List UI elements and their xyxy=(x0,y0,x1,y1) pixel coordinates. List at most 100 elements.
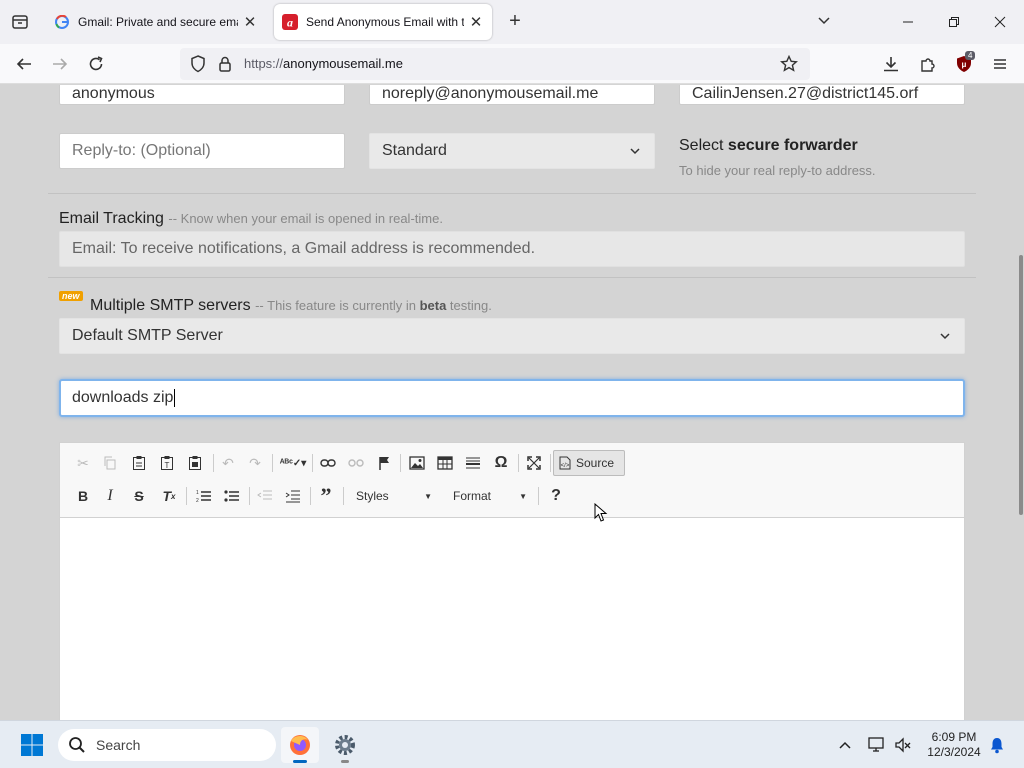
tab-close-icon[interactable]: ✕ xyxy=(468,13,484,31)
editor-content-area[interactable] xyxy=(60,519,964,720)
new-tab-icon[interactable]: + xyxy=(504,10,526,33)
tracking-shield-icon[interactable] xyxy=(190,55,206,78)
paste-icon[interactable] xyxy=(127,451,151,475)
lock-icon[interactable] xyxy=(218,55,232,78)
divider xyxy=(48,193,976,194)
back-arrow-icon[interactable] xyxy=(13,53,35,75)
bookmark-star-icon[interactable] xyxy=(780,54,798,78)
styles-label: Styles xyxy=(356,489,389,503)
svg-text:2: 2 xyxy=(196,498,199,503)
indent-icon[interactable] xyxy=(281,484,305,508)
unlink-icon[interactable] xyxy=(344,451,368,475)
anonymousemail-logo-icon: a xyxy=(282,14,298,30)
reload-icon[interactable] xyxy=(85,53,107,75)
special-character-icon[interactable]: Ω xyxy=(489,451,513,475)
minimize-icon[interactable] xyxy=(898,12,918,32)
spellcheck-icon[interactable]: ᴬᴮᶜ✓▾ xyxy=(278,451,308,475)
tab-gmail[interactable]: Gmail: Private and secure email ✕ xyxy=(46,4,266,40)
styles-dropdown[interactable]: Styles ▼ xyxy=(350,484,438,508)
redo-icon[interactable]: ↷ xyxy=(243,451,267,475)
taskbar-clock[interactable]: 6:09 PM 12/3/2024 xyxy=(922,730,986,760)
firefox-icon xyxy=(290,735,310,755)
list-all-tabs-icon[interactable] xyxy=(816,12,832,33)
cut-icon[interactable]: ✂ xyxy=(71,451,95,475)
chevron-down-icon xyxy=(630,148,640,155)
horizontal-rule-icon[interactable] xyxy=(461,451,485,475)
smtp-server-select[interactable]: Default SMTP Server xyxy=(59,318,965,354)
network-icon[interactable] xyxy=(866,735,888,755)
tracking-label-text: Email Tracking xyxy=(59,210,164,227)
dropdown-arrow-icon: ▼ xyxy=(424,491,432,501)
from-name-field[interactable]: anonymous xyxy=(59,85,345,105)
ublock-origin-icon[interactable]: μ 4 xyxy=(953,51,976,75)
taskbar-search[interactable]: Search xyxy=(58,729,276,761)
anchor-flag-icon[interactable] xyxy=(372,451,396,475)
subject-input[interactable]: downloads zip xyxy=(59,379,965,417)
source-button[interactable]: </> Source xyxy=(553,450,625,476)
mouse-cursor-icon xyxy=(594,502,608,528)
tab-title: Send Anonymous Email with th xyxy=(306,15,464,29)
svg-text:μ: μ xyxy=(962,60,967,69)
downloads-icon[interactable] xyxy=(880,53,902,75)
svg-text:T: T xyxy=(165,461,170,470)
tab-title: Gmail: Private and secure email xyxy=(78,15,238,29)
image-icon[interactable] xyxy=(405,451,429,475)
windows-start-icon[interactable] xyxy=(20,733,44,757)
toolbar-separator xyxy=(249,487,250,505)
smtp-note-prefix: -- This feature is currently in xyxy=(255,298,420,313)
svg-text:</>: </> xyxy=(561,463,570,469)
notification-bell-icon[interactable] xyxy=(986,735,1008,755)
active-indicator xyxy=(293,760,307,763)
reply-to-field[interactable]: Reply-to: (Optional) xyxy=(59,133,345,169)
bulleted-list-icon[interactable] xyxy=(220,484,244,508)
bold-icon[interactable]: B xyxy=(71,484,95,508)
help-button[interactable]: ? xyxy=(544,484,568,508)
numbered-list-icon[interactable]: 12 xyxy=(192,484,216,508)
tracking-email-placeholder: Email: To receive notifications, a Gmail… xyxy=(72,240,536,257)
svg-text:a: a xyxy=(287,16,293,30)
show-hidden-icons-chevron-icon[interactable] xyxy=(834,735,856,755)
remove-format-icon[interactable]: Tx xyxy=(157,484,181,508)
forwarder-select[interactable]: Standard xyxy=(369,133,655,169)
from-email-value: noreply@anonymousemail.me xyxy=(382,85,599,102)
italic-icon[interactable]: I xyxy=(98,484,122,508)
table-icon[interactable] xyxy=(433,451,457,475)
volume-muted-icon[interactable] xyxy=(892,735,914,755)
menu-hamburger-icon[interactable] xyxy=(989,53,1011,75)
paste-from-word-icon[interactable] xyxy=(183,451,207,475)
scrollbar-thumb[interactable] xyxy=(1019,255,1023,515)
smtp-label-text: Multiple SMTP servers xyxy=(90,297,251,314)
paste-text-icon[interactable]: T xyxy=(155,451,179,475)
close-window-icon[interactable] xyxy=(990,12,1010,32)
extensions-puzzle-icon[interactable] xyxy=(917,53,939,75)
tracking-email-field[interactable]: Email: To receive notifications, a Gmail… xyxy=(59,231,965,267)
link-icon[interactable] xyxy=(316,451,340,475)
page-scrollbar[interactable] xyxy=(1018,85,1024,720)
text-caret xyxy=(174,389,176,407)
maximize-icon[interactable] xyxy=(522,451,546,475)
format-dropdown[interactable]: Format ▼ xyxy=(447,484,533,508)
blockquote-icon[interactable]: ” xyxy=(314,483,338,508)
restore-icon[interactable] xyxy=(944,12,964,32)
search-icon xyxy=(69,737,85,753)
copy-icon[interactable] xyxy=(98,451,122,475)
forward-arrow-icon[interactable] xyxy=(49,53,71,75)
taskbar-settings[interactable] xyxy=(326,727,364,763)
format-label: Format xyxy=(453,489,492,503)
url-text[interactable]: https://anonymousemail.me xyxy=(244,56,403,71)
taskbar-firefox[interactable] xyxy=(281,727,319,763)
url-bar[interactable]: https://anonymousemail.me xyxy=(180,48,810,80)
tab-close-icon[interactable]: ✕ xyxy=(242,13,258,31)
from-email-field[interactable]: noreply@anonymousemail.me xyxy=(369,85,655,105)
tab-anonymous-email[interactable]: a Send Anonymous Email with th ✕ xyxy=(274,4,492,40)
tab-overview-icon[interactable] xyxy=(8,10,32,34)
toolbar-separator xyxy=(343,487,344,505)
outdent-icon[interactable] xyxy=(253,484,277,508)
undo-icon[interactable]: ↶ xyxy=(216,451,240,475)
forwarder-title: Select secure forwarder xyxy=(679,137,858,155)
to-email-value: CailinJensen.27@district145.orf xyxy=(692,85,919,102)
windows-taskbar: Search 6:09 PM 12/3/2024 xyxy=(0,720,1024,768)
strikethrough-icon[interactable]: S xyxy=(127,484,151,508)
to-email-field[interactable]: CailinJensen.27@district145.orf xyxy=(679,85,965,105)
smtp-label: Multiple SMTP servers -- This feature is… xyxy=(90,297,492,315)
